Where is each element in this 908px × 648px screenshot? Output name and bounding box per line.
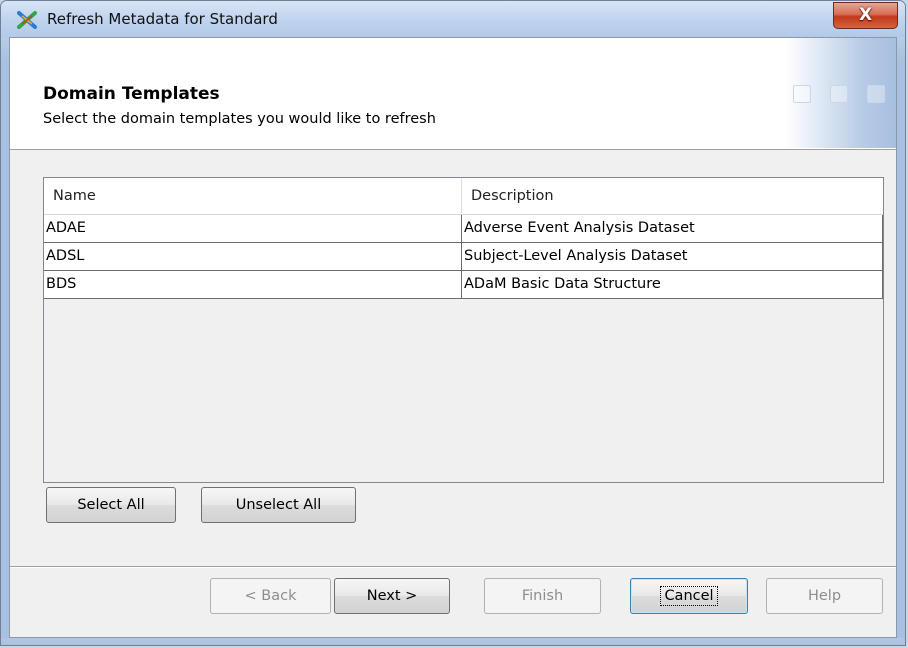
dialog-window: Refresh Metadata for Standard X Domain T… [0, 0, 906, 646]
table-row[interactable]: ADSL Subject-Level Analysis Dataset [44, 243, 883, 271]
domain-templates-table[interactable]: Name Description ADAE Adverse Event Anal… [43, 177, 884, 483]
title-bar[interactable]: Refresh Metadata for Standard X [1, 1, 905, 37]
back-button[interactable]: < Back [210, 578, 331, 614]
unselect-all-button[interactable]: Unselect All [201, 487, 356, 523]
table-cell-description: Adverse Event Analysis Dataset [462, 215, 883, 242]
dialog-client-area: Domain Templates Select the domain templ… [9, 37, 897, 638]
table-cell-description: Subject-Level Analysis Dataset [462, 243, 883, 270]
header-square-icon [867, 85, 885, 103]
page-subtitle: Select the domain templates you would li… [43, 111, 436, 127]
finish-button[interactable]: Finish [484, 578, 601, 614]
page-title: Domain Templates [43, 84, 220, 104]
header-square-icon [793, 85, 811, 103]
table-cell-description: ADaM Basic Data Structure [462, 271, 883, 298]
footer-separator [10, 566, 896, 568]
header-square-icon [830, 85, 848, 103]
window-bottom-border [1, 638, 905, 645]
wizard-header: Domain Templates Select the domain templ… [10, 38, 896, 150]
table-cell-name: ADSL [44, 243, 462, 270]
table-row[interactable]: ADAE Adverse Event Analysis Dataset [44, 215, 883, 243]
table-cell-name: ADAE [44, 215, 462, 242]
sas-x-icon [17, 10, 37, 30]
column-header-description[interactable]: Description [462, 178, 883, 214]
help-button[interactable]: Help [766, 578, 883, 614]
close-icon: X [858, 5, 873, 25]
table-header: Name Description [44, 178, 883, 215]
window-title: Refresh Metadata for Standard [47, 10, 278, 28]
table-cell-name: BDS [44, 271, 462, 298]
cancel-button[interactable]: Cancel [630, 578, 748, 614]
next-button[interactable]: Next > [334, 578, 450, 614]
table-row[interactable]: BDS ADaM Basic Data Structure [44, 271, 883, 299]
select-all-button[interactable]: Select All [46, 487, 176, 523]
column-header-name[interactable]: Name [44, 178, 462, 214]
close-button[interactable]: X [833, 2, 898, 29]
